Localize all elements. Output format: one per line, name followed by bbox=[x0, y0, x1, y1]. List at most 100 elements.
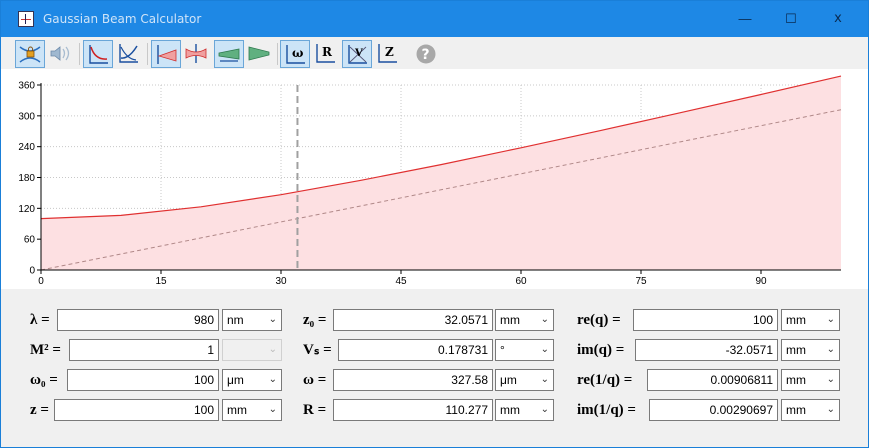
svg-text:V: V bbox=[354, 48, 363, 59]
req-label: re(q) = bbox=[577, 312, 621, 328]
chevron-down-icon: ⌄ bbox=[540, 404, 549, 415]
lambda-unit: nm bbox=[227, 313, 244, 327]
r-label: R = bbox=[303, 402, 327, 418]
lambda-label: λ = bbox=[30, 312, 50, 328]
req-unit: mm bbox=[786, 313, 806, 327]
x-tick-label: 15 bbox=[155, 276, 167, 287]
omega-input[interactable]: 327.58 bbox=[333, 369, 493, 391]
help-button[interactable]: ? bbox=[412, 40, 442, 68]
close-button[interactable]: x bbox=[814, 1, 862, 37]
toolbar-separator bbox=[277, 43, 278, 65]
minimize-button[interactable]: — bbox=[721, 1, 769, 37]
omega0-unit: μm bbox=[227, 373, 244, 387]
toolbar-separator bbox=[79, 43, 80, 65]
omega-unit: μm bbox=[500, 373, 517, 387]
plot-v-button[interactable]: V bbox=[342, 40, 372, 68]
y-tick-label: 360 bbox=[18, 81, 35, 92]
chevron-down-icon: ⌄ bbox=[268, 344, 277, 355]
beam-speaker-icon bbox=[50, 46, 70, 61]
plot-r-button[interactable]: R bbox=[311, 40, 341, 68]
y-tick-label: 180 bbox=[18, 173, 35, 184]
re1q-label: re(1/q) = bbox=[577, 372, 633, 388]
svg-text:Z: Z bbox=[385, 45, 394, 59]
window-title: Gaussian Beam Calculator bbox=[43, 12, 202, 26]
im1q-unit: mm bbox=[786, 403, 806, 417]
x-tick-label: 90 bbox=[755, 276, 767, 287]
y-tick-label: 0 bbox=[29, 266, 35, 277]
re1q-unit-select[interactable]: mm ⌄ bbox=[781, 369, 840, 391]
beam-expand-button[interactable] bbox=[214, 40, 244, 68]
omega-plot-icon: ω bbox=[286, 45, 305, 64]
y-tick-label: 300 bbox=[18, 111, 35, 122]
title-bar[interactable]: Gaussian Beam Calculator — ☐ x bbox=[1, 1, 868, 37]
plot-omega-button[interactable]: ω bbox=[280, 40, 310, 68]
z0-label: z₀ = bbox=[303, 312, 327, 328]
app-window: Gaussian Beam Calculator — ☐ x ω R V Z ?… bbox=[0, 0, 869, 448]
beam-profile-chart[interactable]: 0 60 120 180 240 300 360 0 15 30 45 60 75 90 bbox=[1, 69, 868, 289]
omega-unit-select[interactable]: μm ⌄ bbox=[495, 369, 554, 391]
x-tick-label: 30 bbox=[275, 276, 287, 287]
chevron-down-icon: ⌄ bbox=[540, 344, 549, 355]
r-plot-icon: R bbox=[316, 44, 335, 63]
m2-input[interactable]: 1 bbox=[69, 339, 219, 361]
req-input[interactable]: 100 bbox=[633, 309, 778, 331]
lambda-input[interactable]: 980 bbox=[57, 309, 219, 331]
vs-unit: ° bbox=[500, 343, 505, 357]
z-plot-icon: Z bbox=[378, 44, 397, 63]
beam-expand-icon bbox=[218, 48, 240, 62]
r-input[interactable]: 110.277 bbox=[333, 399, 493, 421]
omega0-input[interactable]: 100 bbox=[67, 369, 219, 391]
lambda-unit-select[interactable]: nm ⌄ bbox=[222, 309, 282, 331]
z-label: z = bbox=[30, 402, 49, 418]
m2-unit-select: ⌄ bbox=[222, 339, 282, 361]
plot-curve-b-button[interactable] bbox=[114, 40, 144, 68]
z0-input[interactable]: 32.0571 bbox=[333, 309, 493, 331]
beam-forward-icon bbox=[157, 45, 177, 64]
beam-waist-lock-button[interactable] bbox=[15, 40, 45, 68]
z-input[interactable]: 100 bbox=[54, 399, 219, 421]
plot-z-button[interactable]: Z bbox=[373, 40, 403, 68]
curve-axes-icon bbox=[89, 45, 108, 64]
omega0-unit-select[interactable]: μm ⌄ bbox=[222, 369, 282, 391]
z0-unit: mm bbox=[500, 313, 520, 327]
imq-input[interactable]: -32.0571 bbox=[635, 339, 778, 361]
imq-unit-select[interactable]: mm ⌄ bbox=[781, 339, 840, 361]
beam-collapse-button[interactable] bbox=[245, 40, 275, 68]
chevron-down-icon: ⌄ bbox=[268, 314, 277, 325]
x-tick-label: 75 bbox=[635, 276, 647, 287]
beam-collapse-icon bbox=[248, 46, 270, 61]
y-tick-label: 60 bbox=[24, 235, 36, 246]
re1q-input[interactable]: 0.00906811 bbox=[647, 369, 778, 391]
beam-forward-button[interactable] bbox=[151, 40, 181, 68]
z-unit-select[interactable]: mm ⌄ bbox=[222, 399, 282, 421]
z-unit: mm bbox=[227, 403, 247, 417]
im1q-label: im(1/q) = bbox=[577, 402, 636, 418]
im1q-input[interactable]: 0.00290697 bbox=[649, 399, 778, 421]
chevron-down-icon: ⌄ bbox=[826, 344, 835, 355]
im1q-unit-select[interactable]: mm ⌄ bbox=[781, 399, 840, 421]
chevron-down-icon: ⌄ bbox=[826, 314, 835, 325]
maximize-button[interactable]: ☐ bbox=[767, 1, 815, 37]
vs-unit-select[interactable]: ° ⌄ bbox=[495, 339, 554, 361]
chevron-down-icon: ⌄ bbox=[826, 374, 835, 385]
help-icon: ? bbox=[416, 44, 436, 64]
beam-audio-button[interactable] bbox=[46, 40, 76, 68]
m2-label: M² = bbox=[30, 342, 61, 358]
omega-label: ω = bbox=[303, 372, 327, 388]
z0-unit-select[interactable]: mm ⌄ bbox=[495, 309, 554, 331]
req-unit-select[interactable]: mm ⌄ bbox=[781, 309, 840, 331]
beam-focus-button[interactable] bbox=[182, 40, 212, 68]
beam-profile-plot[interactable]: 0 60 120 180 240 300 360 0 15 30 45 60 75 90 bbox=[1, 69, 868, 289]
r-unit-select[interactable]: mm ⌄ bbox=[495, 399, 554, 421]
x-tick-label: 45 bbox=[395, 276, 407, 287]
beam-focus-icon bbox=[185, 44, 207, 63]
parameter-panel: λ = 980 nm ⌄ M² = 1 ⌄ ω₀ = 100 μm ⌄ z = 10… bbox=[1, 289, 868, 447]
chevron-down-icon: ⌄ bbox=[540, 314, 549, 325]
x-tick-label: 0 bbox=[38, 276, 44, 287]
svg-text:R: R bbox=[322, 45, 333, 59]
plot-curve-a-button[interactable] bbox=[83, 40, 113, 68]
toolbar: ω R V Z ? bbox=[1, 37, 868, 69]
toolbar-separator bbox=[147, 43, 148, 65]
r-unit: mm bbox=[500, 403, 520, 417]
vs-input[interactable]: 0.178731 bbox=[338, 339, 493, 361]
